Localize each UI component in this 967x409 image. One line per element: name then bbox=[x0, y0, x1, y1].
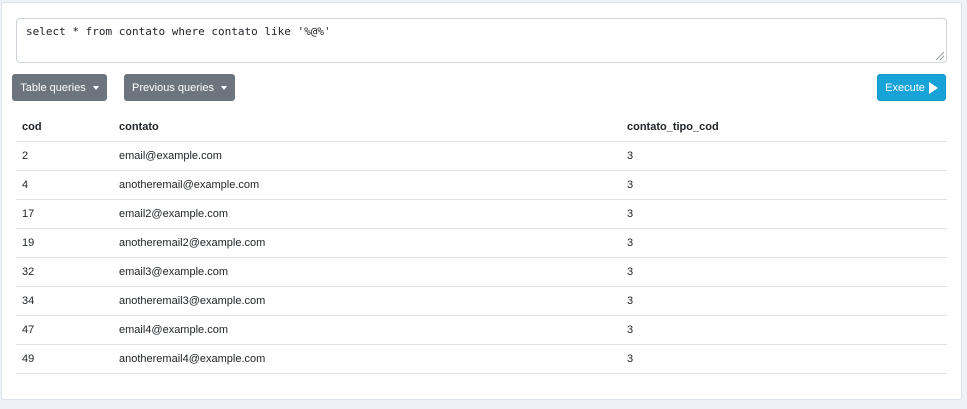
previous-queries-dropdown-button[interactable]: Previous queries bbox=[124, 74, 235, 101]
cell-cod: 49 bbox=[16, 344, 113, 374]
cell-contato-tipo-cod: 3 bbox=[621, 141, 947, 171]
table-row: 32 email3@example.com 3 bbox=[16, 257, 947, 287]
execute-label: Execute bbox=[885, 81, 925, 94]
cell-contato-tipo-cod: 3 bbox=[621, 199, 947, 229]
table-row: 17 email2@example.com 3 bbox=[16, 199, 947, 229]
previous-queries-label: Previous queries bbox=[132, 81, 214, 94]
cell-contato: email2@example.com bbox=[113, 199, 621, 229]
cell-contato: anotheremail@example.com bbox=[113, 170, 621, 200]
cell-contato: anotheremail2@example.com bbox=[113, 228, 621, 258]
caret-down-icon bbox=[220, 85, 227, 90]
cell-contato-tipo-cod: 3 bbox=[621, 228, 947, 258]
table-header-row: cod contato contato_tipo_cod bbox=[16, 112, 947, 142]
column-header-contato[interactable]: contato bbox=[113, 112, 621, 142]
table-row: 34 anotheremail3@example.com 3 bbox=[16, 286, 947, 316]
cell-cod: 17 bbox=[16, 199, 113, 229]
cell-cod: 19 bbox=[16, 228, 113, 258]
table-row: 49 anotheremail4@example.com 3 bbox=[16, 344, 947, 374]
cell-contato-tipo-cod: 3 bbox=[621, 344, 947, 374]
column-header-cod[interactable]: cod bbox=[16, 112, 113, 142]
cell-contato-tipo-cod: 3 bbox=[621, 315, 947, 345]
table-row: 19 anotheremail2@example.com 3 bbox=[16, 228, 947, 258]
caret-down-icon bbox=[92, 85, 99, 90]
cell-cod: 2 bbox=[16, 141, 113, 171]
table-row: 2 email@example.com 3 bbox=[16, 141, 947, 171]
execute-button[interactable]: Execute bbox=[877, 74, 946, 101]
sql-query-text[interactable]: select * from contato where contato like… bbox=[26, 25, 331, 38]
cell-contato-tipo-cod: 3 bbox=[621, 286, 947, 316]
sql-query-textarea[interactable]: select * from contato where contato like… bbox=[16, 18, 947, 63]
cell-contato-tipo-cod: 3 bbox=[621, 257, 947, 287]
cell-cod: 32 bbox=[16, 257, 113, 287]
cell-contato: email@example.com bbox=[113, 141, 621, 171]
resize-handle-icon[interactable] bbox=[936, 52, 944, 60]
play-icon bbox=[928, 81, 938, 94]
cell-contato: anotheremail4@example.com bbox=[113, 344, 621, 374]
cell-contato: email3@example.com bbox=[113, 257, 621, 287]
table-queries-label: Table queries bbox=[20, 81, 86, 94]
table-row: 47 email4@example.com 3 bbox=[16, 315, 947, 345]
cell-contato: email4@example.com bbox=[113, 315, 621, 345]
cell-cod: 47 bbox=[16, 315, 113, 345]
table-row: 4 anotheremail@example.com 3 bbox=[16, 170, 947, 200]
cell-contato-tipo-cod: 3 bbox=[621, 170, 947, 200]
column-header-contato-tipo-cod[interactable]: contato_tipo_cod bbox=[621, 112, 947, 142]
cell-contato: anotheremail3@example.com bbox=[113, 286, 621, 316]
query-panel: select * from contato where contato like… bbox=[1, 2, 962, 400]
cell-cod: 4 bbox=[16, 170, 113, 200]
results-table: cod contato contato_tipo_cod 2 email@exa… bbox=[16, 112, 947, 374]
cell-cod: 34 bbox=[16, 286, 113, 316]
table-queries-dropdown-button[interactable]: Table queries bbox=[12, 74, 107, 101]
